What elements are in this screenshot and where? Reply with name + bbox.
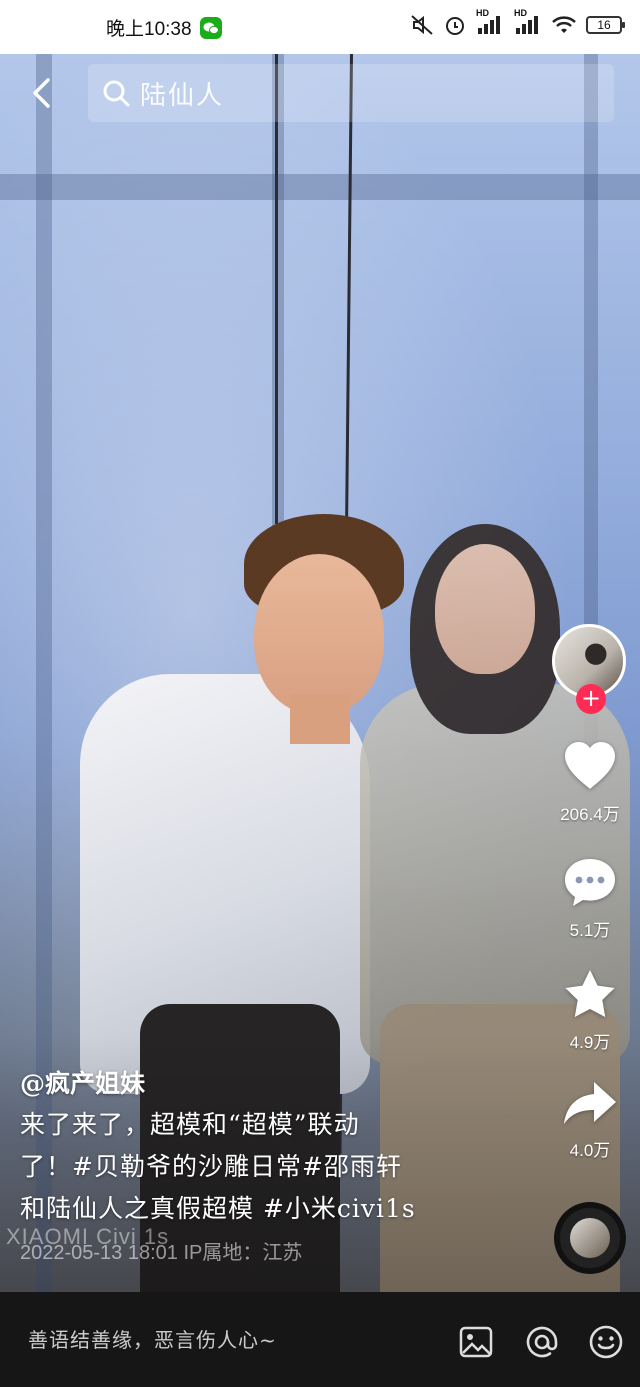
favorite-button[interactable]: 4.9万 [538, 968, 640, 1053]
top-bar: 陆仙人 [0, 60, 640, 126]
wifi-icon [552, 16, 576, 33]
wechat-icon [199, 16, 222, 39]
chevron-left-icon [33, 78, 50, 108]
search-icon [103, 80, 130, 107]
window-frame-top [0, 174, 640, 200]
signal-1: HD [476, 8, 504, 36]
comment-bar: 善语结善缘，恶言伤人心~ [0, 1292, 640, 1387]
status-right: HD HD 16 [410, 8, 625, 36]
emoji-button[interactable] [586, 1322, 626, 1362]
search-query: 陆仙人 [140, 80, 225, 111]
favorite-count: 4.9万 [569, 1033, 611, 1052]
share-count: 4.0万 [569, 1141, 611, 1160]
star-icon [565, 970, 615, 1017]
alarm-icon [446, 17, 464, 35]
heart-icon [565, 742, 615, 789]
author-avatar-wrap: + [552, 624, 630, 714]
like-button[interactable]: 206.4万 [538, 740, 640, 825]
caption-line-1: 来了来了，超模和“超模”联动 [20, 1110, 360, 1139]
search-box[interactable]: 陆仙人 [88, 64, 614, 122]
author-name[interactable]: @疯产姐妹 [20, 1064, 490, 1104]
back-button[interactable] [22, 74, 60, 112]
like-count: 206.4万 [560, 805, 620, 824]
signal-2: HD [514, 8, 542, 36]
share-arrow-icon [564, 1082, 616, 1124]
status-time: 晚上10:38 [106, 19, 192, 40]
mute-icon [411, 15, 433, 35]
woman-face [435, 544, 535, 674]
comment-icon [565, 859, 615, 906]
image-icon [459, 1326, 493, 1358]
music-disc[interactable] [554, 1202, 626, 1274]
battery-icon: 16 [586, 16, 625, 34]
image-button[interactable] [456, 1322, 496, 1362]
emoji-icon [589, 1325, 623, 1359]
man-neck [290, 694, 350, 744]
battery-level: 16 [597, 18, 611, 32]
music-cover [570, 1218, 610, 1258]
at-icon [526, 1326, 558, 1358]
status-bar: 晚上10:38 HD HD 16 [0, 0, 640, 54]
mention-button[interactable] [522, 1322, 562, 1362]
caption-line-2[interactable]: 了！#贝勒爷的沙雕日常#邵雨轩 [20, 1146, 490, 1188]
comment-input[interactable]: 善语结善缘，恶言伤人心~ [28, 1324, 277, 1353]
hd-label-1: HD [476, 8, 489, 18]
hd-label-2: HD [514, 8, 527, 18]
comment-count: 5.1万 [569, 921, 611, 940]
video-caption: @疯产姐妹 来了来了，超模和“超模”联动 了！#贝勒爷的沙雕日常#邵雨轩 和陆仙… [20, 1064, 490, 1230]
comment-button[interactable]: 5.1万 [538, 856, 640, 941]
share-button[interactable]: 4.0万 [538, 1080, 640, 1161]
post-meta: 2022-05-13 18:01 IP属地：江苏 [20, 1242, 303, 1264]
status-left: 晚上10:38 [106, 14, 222, 41]
follow-button[interactable]: + [576, 684, 606, 714]
